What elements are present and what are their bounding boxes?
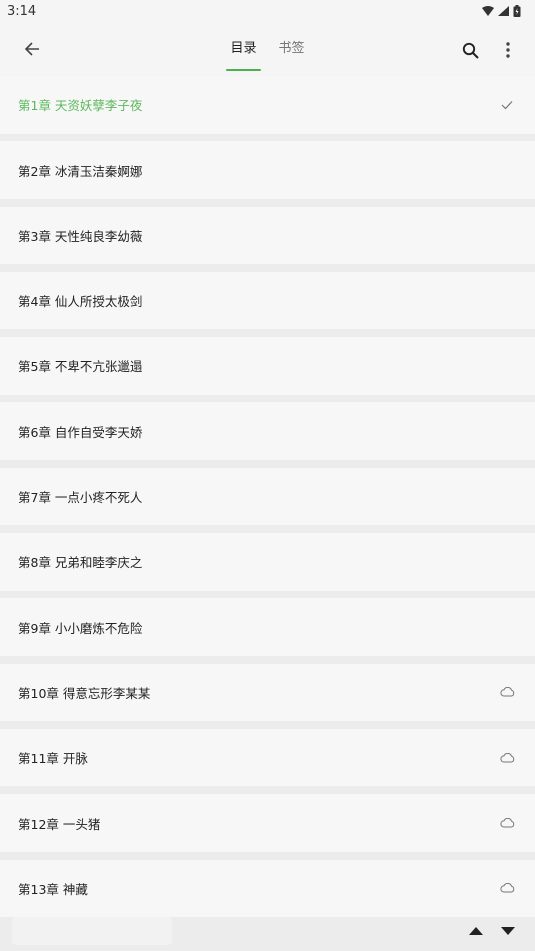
status-time: 3:14 <box>7 3 37 19</box>
tab-active-indicator <box>226 69 261 71</box>
chapter-row[interactable]: 第6章 自作自受李天娇 <box>0 402 535 460</box>
chapter-title: 第12章 一头猪 <box>18 816 101 832</box>
scroll-up-button[interactable] <box>467 923 485 939</box>
chapter-row[interactable]: 第7章 一点小疼不死人 <box>0 467 535 526</box>
chapter-row[interactable]: 第12章 一头猪 <box>0 794 535 852</box>
more-options-button[interactable] <box>496 36 520 64</box>
status-bar: 3:14 <box>0 0 535 22</box>
signal-icon <box>498 6 509 16</box>
chapter-row[interactable]: 第3章 天性纯良李幼薇 <box>0 206 535 265</box>
chapter-row[interactable]: 第13章 神藏 <box>0 859 535 918</box>
chapter-row[interactable]: 第9章 小小磨炼不危险 <box>0 598 535 656</box>
chapter-title: 第6章 自作自受李天娇 <box>18 424 143 440</box>
chapter-row[interactable]: 第11章 开脉 <box>0 728 535 787</box>
chapter-title: 第7章 一点小疼不死人 <box>18 490 143 506</box>
bottom-toast-placeholder <box>12 917 172 945</box>
chapter-title: 第3章 天性纯良李幼薇 <box>18 228 143 244</box>
cloud-icon <box>499 685 515 699</box>
chapter-title: 第4章 仙人所授太极剑 <box>18 294 143 310</box>
scroll-down-button[interactable] <box>499 923 517 939</box>
search-button[interactable] <box>456 36 484 64</box>
chapter-title: 第10章 得意忘形李某某 <box>18 685 151 701</box>
chapter-list: 第1章 天资妖孽李子夜 第2章 冰清玉洁秦婀娜 第3章 天性纯良李幼薇 第4章 … <box>0 76 535 925</box>
chapter-title: 第1章 天资妖孽李子夜 <box>18 98 143 114</box>
wifi-icon <box>482 6 494 16</box>
chapter-title: 第2章 冰清玉洁秦婀娜 <box>18 163 143 179</box>
chapter-title: 第9章 小小磨炼不危险 <box>18 620 143 636</box>
chapter-row[interactable]: 第2章 冰清玉洁秦婀娜 <box>0 141 535 199</box>
more-vert-icon <box>506 42 510 58</box>
chapter-title: 第13章 神藏 <box>18 881 88 897</box>
cloud-icon <box>499 816 515 830</box>
search-icon <box>462 42 479 59</box>
tab-catalog-label: 目录 <box>230 41 257 56</box>
scroll-nav <box>445 911 535 951</box>
triangle-down-icon <box>501 927 515 935</box>
chapter-row[interactable]: 第10章 得意忘形李某某 <box>0 663 535 722</box>
triangle-up-icon <box>469 927 483 935</box>
status-icons <box>482 5 521 17</box>
back-button[interactable] <box>16 35 48 63</box>
chapter-row[interactable]: 第4章 仙人所授太极剑 <box>0 271 535 330</box>
battery-icon <box>513 5 521 17</box>
chapter-title: 第5章 不卑不亢张邋遢 <box>18 359 143 375</box>
tab-catalog[interactable]: 目录 <box>219 22 267 76</box>
cloud-icon <box>499 881 515 895</box>
chapter-title: 第8章 兄弟和睦李庆之 <box>18 555 143 571</box>
chapter-row[interactable]: 第1章 天资妖孽李子夜 <box>0 76 535 134</box>
arrow-left-icon <box>24 42 39 56</box>
check-icon <box>499 98 515 112</box>
tab-bar: 目录 书签 <box>0 22 535 76</box>
tab-bookmarks-label: 书签 <box>278 41 305 56</box>
cloud-icon <box>499 751 515 765</box>
tab-bookmarks[interactable]: 书签 <box>268 22 316 76</box>
chapter-row[interactable]: 第8章 兄弟和睦李庆之 <box>0 533 535 591</box>
chapter-row[interactable]: 第5章 不卑不亢张邋遢 <box>0 337 535 395</box>
chapter-title: 第11章 开脉 <box>18 751 88 767</box>
toolbar: 目录 书签 <box>0 22 535 76</box>
